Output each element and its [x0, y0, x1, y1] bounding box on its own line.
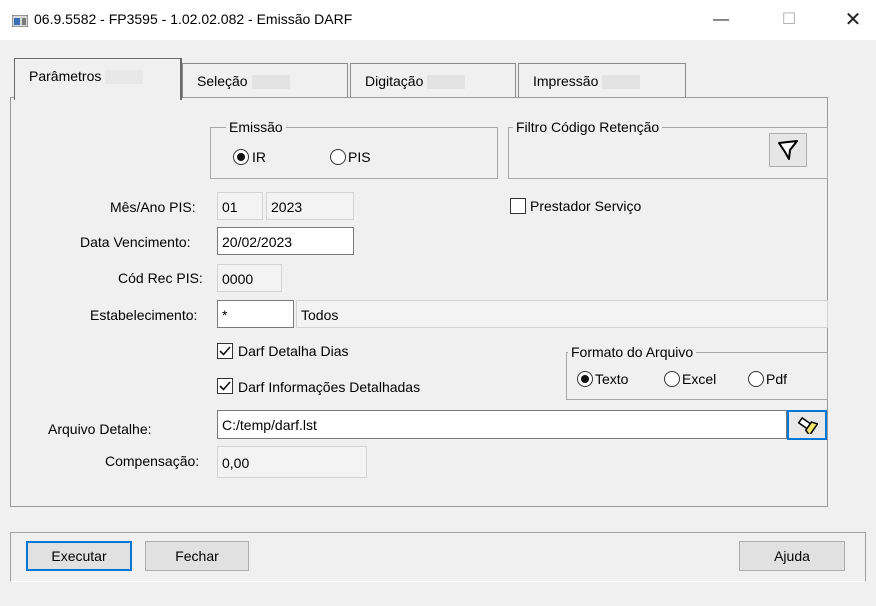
checkmark-icon: [219, 346, 231, 356]
darf-info-detalhadas-label: Darf Informações Detalhadas: [238, 379, 421, 395]
radio-texto[interactable]: [577, 371, 593, 387]
arquivo-detalhe-input[interactable]: C:/temp/darf.lst: [217, 410, 787, 439]
minimize-button[interactable]: —: [698, 2, 744, 38]
arquivo-detalhe-label: Arquivo Detalhe:: [48, 421, 152, 437]
darf-detalha-dias-label: Darf Detalha Dias: [238, 343, 349, 359]
tab-label: Digitação: [365, 73, 424, 89]
radio-pdf[interactable]: [748, 371, 764, 387]
executar-button[interactable]: Executar: [26, 541, 132, 571]
browse-file-button[interactable]: [787, 410, 827, 440]
window-title: 06.9.5582 - FP3595 - 1.02.02.082 - Emiss…: [34, 11, 353, 27]
cod-rec-pis-field: 0000: [217, 264, 282, 292]
prestador-servico-checkbox[interactable]: [510, 198, 526, 214]
tab-impressao[interactable]: Impressão: [518, 63, 686, 98]
data-vencimento-label: Data Vencimento:: [80, 234, 191, 250]
tab-label: Seleção: [197, 73, 248, 89]
filter-funnel-icon: [778, 140, 798, 160]
ajuda-button[interactable]: Ajuda: [739, 541, 845, 571]
ano-pis-field: 2023: [266, 192, 354, 220]
estabelecimento-description: Todos: [296, 300, 828, 328]
radio-pis-label: PIS: [348, 149, 371, 165]
flashlight-icon: [797, 416, 819, 437]
estabelecimento-label: Estabelecimento:: [90, 307, 198, 323]
mes-ano-pis-label: Mês/Ano PIS:: [110, 199, 196, 215]
data-vencimento-input[interactable]: 20/02/2023: [217, 227, 354, 255]
radio-pdf-label: Pdf: [766, 371, 788, 387]
close-button[interactable]: ✕: [830, 2, 876, 38]
tab-label: Impressão: [533, 73, 599, 89]
filtro-legend: Filtro Código Retenção: [513, 119, 663, 135]
tab-label: Parâmetros: [29, 68, 102, 84]
compensacao-field: 0,00: [217, 446, 367, 478]
fechar-button[interactable]: Fechar: [145, 541, 249, 571]
estabelecimento-input[interactable]: *: [217, 300, 294, 328]
radio-texto-label: Texto: [595, 371, 629, 387]
formato-legend: Formato do Arquivo: [568, 344, 697, 360]
tab-selecao[interactable]: Seleção: [182, 63, 348, 98]
radio-excel[interactable]: [664, 371, 680, 387]
filter-button[interactable]: [769, 133, 807, 167]
tab-parametros[interactable]: Parâmetros: [14, 58, 182, 100]
radio-ir[interactable]: [233, 149, 249, 165]
tab-digitacao[interactable]: Digitação: [350, 63, 516, 98]
button-bar: [10, 532, 866, 582]
radio-pis[interactable]: [330, 149, 346, 165]
darf-detalha-dias-checkbox[interactable]: [217, 343, 233, 359]
emissao-legend: Emissão: [226, 119, 286, 135]
darf-info-detalhadas-checkbox[interactable]: [217, 378, 233, 394]
title-bar: 06.9.5582 - FP3595 - 1.02.02.082 - Emiss…: [0, 0, 876, 40]
checkmark-icon: [219, 381, 231, 391]
app-icon: [12, 15, 28, 27]
radio-ir-label: IR: [252, 149, 266, 165]
cod-rec-pis-label: Cód Rec PIS:: [118, 270, 203, 286]
mes-pis-field: 01: [217, 192, 263, 220]
maximize-button[interactable]: ☐: [766, 2, 812, 38]
compensacao-label: Compensação:: [105, 453, 200, 469]
radio-excel-label: Excel: [682, 371, 717, 387]
prestador-servico-label: Prestador Serviço: [530, 198, 642, 214]
